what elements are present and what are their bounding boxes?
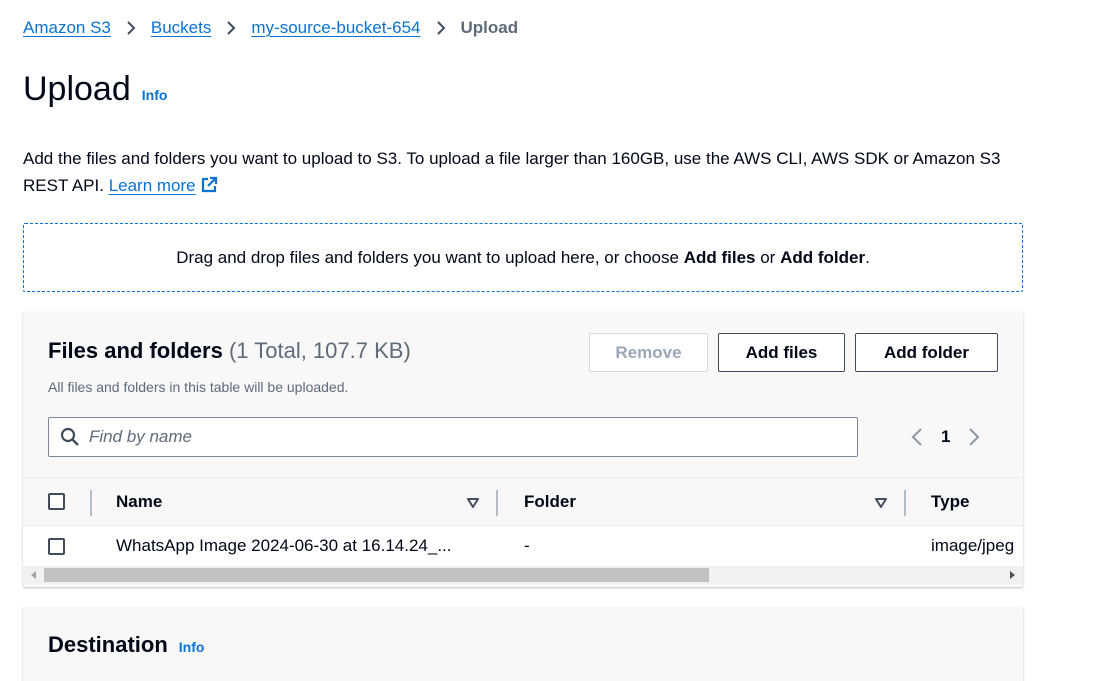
file-folder: -	[524, 536, 530, 555]
select-all-checkbox[interactable]	[48, 493, 65, 510]
file-type: image/jpeg	[931, 536, 1015, 555]
column-header-type[interactable]: Type	[931, 478, 969, 525]
column-divider[interactable]	[496, 490, 498, 516]
search-input[interactable]	[89, 427, 809, 447]
add-folder-button[interactable]: Add folder	[855, 333, 998, 372]
breadcrumb-current: Upload	[460, 18, 519, 37]
chevron-right-icon	[117, 17, 145, 39]
next-page-icon[interactable]	[963, 425, 985, 449]
panel-title-text: Files and folders	[48, 338, 223, 363]
panel-subtitle: All files and folders in this table will…	[48, 379, 349, 395]
dropzone-or: or	[755, 247, 781, 267]
dropzone-suffix: .	[865, 247, 870, 267]
row-checkbox[interactable]	[48, 537, 65, 555]
file-name: WhatsApp Image 2024-06-30 at 16.14.24_..…	[116, 536, 452, 555]
previous-page-icon[interactable]	[906, 425, 928, 449]
learn-more-label: Learn more	[108, 176, 196, 195]
column-divider[interactable]	[90, 490, 92, 516]
panel-title: Files and folders (1 Total, 107.7 KB)	[48, 338, 411, 364]
files-and-folders-panel: Files and folders (1 Total, 107.7 KB) Al…	[23, 312, 1023, 587]
row-select-cell	[48, 526, 65, 566]
dropzone-add-files: Add files	[683, 247, 756, 267]
scroll-right-icon[interactable]	[1007, 570, 1017, 580]
column-header-name[interactable]: Name	[116, 478, 162, 525]
external-link-icon[interactable]	[200, 175, 218, 202]
scroll-left-icon[interactable]	[29, 570, 39, 580]
column-divider[interactable]	[904, 490, 906, 516]
chevron-right-icon	[427, 17, 455, 39]
dropzone-text: Drag and drop files and folders you want…	[176, 248, 870, 268]
info-link[interactable]: Info	[142, 87, 168, 103]
search-field	[48, 417, 858, 457]
page-title: Upload	[23, 70, 131, 108]
destination-title: Destination	[48, 632, 168, 657]
page-description: Add the files and folders you want to up…	[23, 145, 1033, 202]
dropzone-add-folder: Add folder	[780, 247, 866, 267]
dropzone-prefix: Drag and drop files and folders you want…	[176, 247, 684, 267]
files-table: Name Folder Type WhatsApp Image 2024-06-…	[23, 477, 1023, 566]
chevron-right-icon	[217, 17, 245, 39]
search-icon	[60, 427, 80, 447]
breadcrumb-buckets[interactable]: Buckets	[151, 18, 211, 38]
column-header-folder[interactable]: Folder	[524, 478, 576, 525]
sort-icon[interactable]	[466, 496, 480, 510]
destination-info-link[interactable]: Info	[179, 639, 205, 655]
pagination: 1	[906, 425, 985, 449]
horizontal-scrollbar[interactable]	[23, 566, 1023, 584]
page-header: Upload Info	[23, 70, 167, 109]
file-count: (1 Total, 107.7 KB)	[228, 338, 411, 363]
page-number[interactable]: 1	[941, 427, 950, 447]
learn-more-link[interactable]: Learn more	[109, 176, 196, 195]
scrollbar-thumb[interactable]	[44, 568, 709, 582]
table-row[interactable]: WhatsApp Image 2024-06-30 at 16.14.24_..…	[23, 526, 1023, 566]
upload-dropzone[interactable]: Drag and drop files and folders you want…	[23, 223, 1023, 292]
destination-panel: Destination Info	[23, 607, 1023, 681]
sort-icon[interactable]	[874, 496, 888, 510]
add-files-button[interactable]: Add files	[718, 333, 845, 372]
remove-button[interactable]: Remove	[589, 333, 708, 372]
select-all-cell	[48, 478, 65, 525]
breadcrumb: Amazon S3 Buckets my-source-bucket-654 U…	[23, 17, 518, 39]
table-header: Name Folder Type	[23, 477, 1023, 526]
breadcrumb-bucket[interactable]: my-source-bucket-654	[251, 18, 420, 38]
destination-header: Destination Info	[48, 632, 204, 658]
breadcrumb-amazon-s3[interactable]: Amazon S3	[23, 18, 111, 38]
